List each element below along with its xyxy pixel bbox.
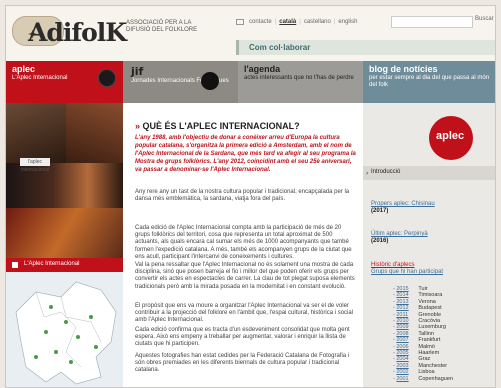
last-aplec-link[interactable]: Últim aplec: Perpinyà (2016) <box>371 231 491 245</box>
section-label[interactable]: L'Aplec Internacional <box>6 258 123 272</box>
year-city: Graz <box>418 356 431 363</box>
page-title-text: QUÈ ÉS L'APLEC INTERNACIONAL? <box>142 121 300 131</box>
mail-icon <box>236 19 244 25</box>
year-item[interactable]: 2001Copenhaguen <box>393 376 493 382</box>
photo-collage: l'aplec internacional <box>6 103 123 258</box>
year-city: Lisboa <box>418 369 435 376</box>
association-tagline: ASSOCIACIÓ PER A LA DIFUSIÓ DEL FOLKLORE <box>126 20 198 33</box>
nav-blog-title: blog de notícies <box>369 64 438 74</box>
aplec-icon <box>98 69 116 87</box>
next-aplec-year: (2017) <box>371 208 389 214</box>
search-button[interactable]: Buscar <box>475 16 495 28</box>
main-nav: aplec L'Aplec Internacional jif Jornades… <box>6 61 495 103</box>
year-city: Grenoble <box>418 311 442 318</box>
last-aplec-label[interactable]: Últim aplec: Perpinyà <box>371 231 428 237</box>
lang-catala[interactable]: català <box>279 19 296 25</box>
years-list: 2015Tuir2014Timisoara2013Verona2012Budap… <box>393 286 493 382</box>
jornades-icon <box>201 72 219 90</box>
collab-link[interactable]: Com col·laborar <box>236 40 495 55</box>
paragraph-1: Any rere any un tast de la nostra cultur… <box>135 189 350 203</box>
history-label[interactable]: Històric d'aplecs <box>371 262 415 268</box>
photo-musicians <box>66 103 123 163</box>
section-label-text: L'Aplec Internacional <box>24 261 80 267</box>
photo-banner: l'aplec internacional <box>20 158 50 173</box>
groups-link[interactable]: Grups que hi han participat <box>371 269 443 275</box>
paragraph-4: El propòsit que ens va moure a organitza… <box>135 303 354 324</box>
paragraph-6: Aquestes fotografies han estat cedides p… <box>135 353 350 374</box>
nav-aplec-title: aplec <box>12 64 36 74</box>
intro-paragraph: L'any 1988, amb l'objectiu de donar a co… <box>135 135 356 173</box>
year-city: Cracòvia <box>418 318 441 325</box>
year-city: Luxemburg <box>418 324 446 331</box>
lang-castellano[interactable]: castellano <box>304 19 331 25</box>
year-city: Verona <box>418 298 436 305</box>
introduction-tab[interactable]: › Introducció <box>363 166 495 180</box>
nav-aplec-sub: L'Aplec Internacional <box>12 75 68 81</box>
brand-name[interactable]: AdifolK <box>28 18 127 47</box>
chevron-right-icon: › <box>366 170 369 177</box>
title-arrow-icon: » <box>135 121 143 131</box>
photo-festival <box>6 208 123 258</box>
history-link[interactable]: Històric d'aplecs Grups que hi han partic… <box>371 262 491 276</box>
nav-jornades[interactable]: jif Jornades Internacionals Folkloriques <box>123 61 238 103</box>
map-drawing <box>15 281 117 385</box>
nav-agenda-sub: actes interessants que no t'has de perdr… <box>244 75 354 81</box>
next-aplec-link[interactable]: Propers aplec: Chisinau (2017) <box>371 201 491 215</box>
browser-page: ✦ AdifolK ASSOCIACIÓ PER A LA DIFUSIÓ DE… <box>5 5 496 388</box>
year-link[interactable]: 2001 <box>396 376 418 382</box>
nav-blog-sub: per estar sempre al dia del que passa al… <box>369 75 490 88</box>
collab-label: Com col·laborar <box>249 43 311 52</box>
aplec-badge[interactable]: aplec <box>429 116 473 160</box>
last-aplec-year: (2016) <box>371 238 389 244</box>
europe-map[interactable] <box>6 272 123 387</box>
square-icon <box>12 262 18 268</box>
paragraph-5: Cada edició confirma que es tracta d'un … <box>135 327 350 348</box>
year-city: Budapest <box>418 305 442 312</box>
introduction-label: Introducció <box>371 169 401 175</box>
aplec-badge-text: aplec <box>436 130 465 142</box>
year-city: Haarlem <box>418 350 440 357</box>
main-content: » QUÈ ÉS L'APLEC INTERNACIONAL? L'any 19… <box>123 103 363 387</box>
nav-agenda-title: l'agenda <box>244 64 281 74</box>
nav-blog[interactable]: blog de notícies per estar sempre al dia… <box>363 61 495 103</box>
year-city: Tallinn <box>418 330 434 337</box>
search-input[interactable] <box>391 16 473 28</box>
page-title: » QUÈ ÉS L'APLEC INTERNACIONAL? <box>135 121 300 131</box>
year-city: Timisoara <box>418 292 443 299</box>
year-city: Malmö <box>418 343 435 350</box>
year-city: Frankfurt <box>418 337 441 344</box>
nav-agenda[interactable]: l'agenda actes interessants que no t'has… <box>238 61 363 103</box>
nav-aplec[interactable]: aplec L'Aplec Internacional <box>6 61 123 103</box>
year-city: Tuir <box>418 286 428 292</box>
next-aplec-label[interactable]: Propers aplec: Chisinau <box>371 201 435 207</box>
top-links: contacte | català | castellano | english <box>236 19 357 25</box>
paragraph-3: Val la pena ressaltar que l'Aplec Intern… <box>135 262 355 290</box>
lang-english[interactable]: english <box>338 19 357 25</box>
site-header: ✦ AdifolK ASSOCIACIÓ PER A LA DIFUSIÓ DE… <box>6 6 495 61</box>
jif-icon: jif <box>131 65 144 78</box>
year-city: Manchester <box>418 362 448 369</box>
year-city: Copenhaguen <box>418 375 453 382</box>
contact-link[interactable]: contacte <box>249 19 272 25</box>
paragraph-2: Cada edició de l'Aplec Internacional com… <box>135 225 352 260</box>
photo-dancers <box>6 103 66 163</box>
right-sidebar: aplec › Introducció Propers aplec: Chisin… <box>363 103 495 387</box>
